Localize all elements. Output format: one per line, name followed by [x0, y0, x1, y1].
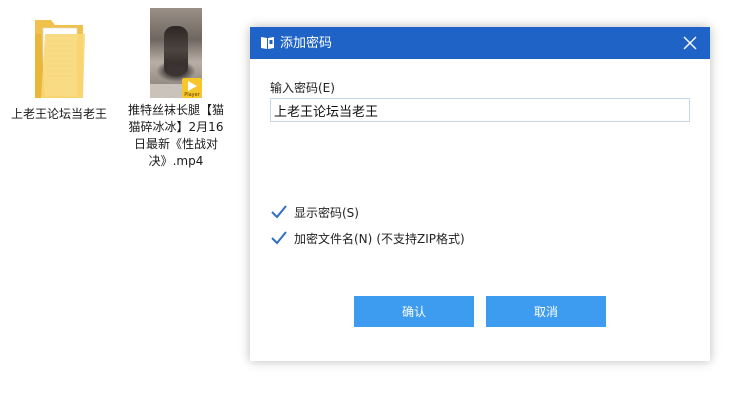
video-label: 推特丝袜长腿【猫猫碎冰冰】2月16日最新《性战对决》.mp4 — [127, 103, 224, 168]
dialog-title: 添加密码 — [280, 36, 333, 51]
confirm-button[interactable]: 确认 — [354, 296, 474, 327]
close-button[interactable] — [670, 27, 710, 59]
dialog-titlebar[interactable]: 添加密码 — [250, 27, 710, 59]
desktop-item-folder[interactable]: 上老王论坛当老王 — [10, 8, 108, 123]
add-password-dialog: 添加密码 输入密码(E) 显示密码(S) 加密文件名(N) (不支持ZIP格式)… — [250, 27, 710, 361]
folder-icon — [31, 14, 87, 104]
desktop-item-video[interactable]: Player 推特丝袜长腿【猫猫碎冰冰】2月16日最新《性战对决》.mp4 — [124, 6, 228, 170]
show-password-checkbox[interactable]: 显示密码(S) — [270, 203, 359, 221]
archive-book-icon — [260, 35, 276, 51]
video-thumbnail: Player — [150, 8, 202, 98]
encrypt-filenames-checkbox[interactable]: 加密文件名(N) (不支持ZIP格式) — [270, 229, 465, 247]
player-badge-icon: Player — [182, 78, 202, 98]
checkmark-icon — [270, 203, 288, 221]
checkmark-icon — [270, 229, 288, 247]
zip-unsupported-note: (不支持ZIP格式) — [376, 231, 465, 246]
encrypt-filenames-label: 加密文件名(N) — [294, 231, 373, 246]
folder-label: 上老王论坛当老王 — [10, 107, 107, 121]
close-icon — [683, 36, 697, 50]
password-input[interactable] — [270, 98, 690, 122]
cancel-button[interactable]: 取消 — [486, 296, 606, 327]
show-password-label: 显示密码(S) — [294, 205, 359, 220]
password-label: 输入密码(E) — [270, 81, 335, 95]
